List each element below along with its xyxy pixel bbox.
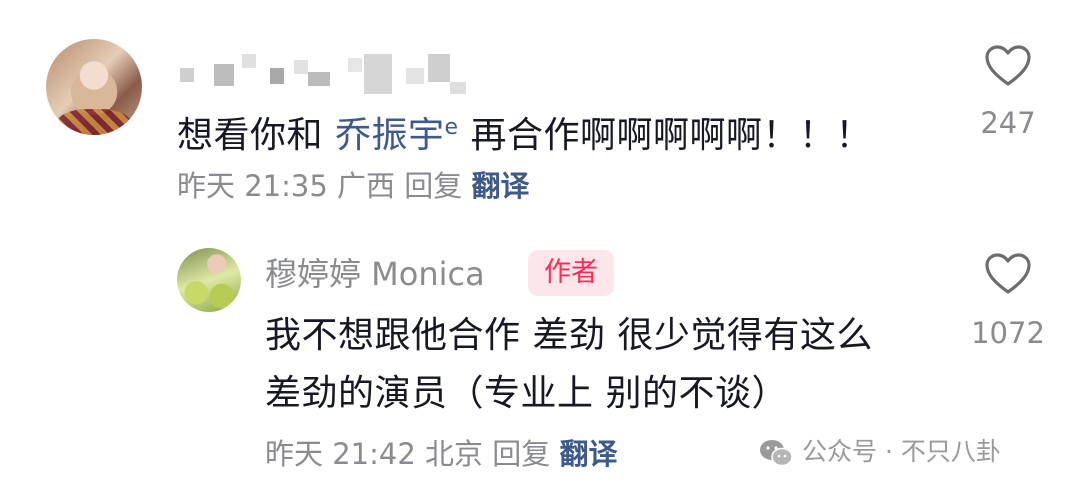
reply-time: 昨天 21:42	[265, 437, 416, 471]
comment-reply-button[interactable]: 回复	[404, 169, 462, 203]
reply-text-line2: 差劲的演员（专业上 别的不谈）	[265, 373, 788, 414]
reply-translate-button[interactable]: 翻译	[559, 437, 617, 471]
comment-like-count: 247	[980, 106, 1036, 140]
comment-text-before: 想看你和	[177, 115, 335, 156]
author-avatar[interactable]	[177, 248, 241, 312]
mention-link[interactable]: 乔振宇𝖾	[335, 115, 459, 156]
comment-time: 昨天 21:35	[177, 169, 328, 203]
heart-outline-icon[interactable]	[984, 44, 1032, 88]
reply-text-line1: 我不想跟他合作 差劲 很少觉得有这么	[265, 315, 873, 356]
search-icon[interactable]: 𝖾	[444, 115, 458, 140]
watermark-text: 公众号 · 不只八卦	[802, 437, 1001, 466]
reply-meta: 昨天 21:42 北京 回复 翻译	[265, 436, 618, 472]
commenter-username-blurred[interactable]	[178, 54, 468, 94]
comment-text: 想看你和 乔振宇𝖾 再合作啊啊啊啊啊！！！	[177, 104, 872, 160]
heart-outline-icon[interactable]	[984, 252, 1032, 296]
reply-like-count: 1072	[971, 316, 1045, 350]
comment-location: 广西	[337, 169, 396, 203]
reply-reply-button[interactable]: 回复	[492, 437, 550, 471]
comment-meta: 昨天 21:35 广西 回复 翻译	[177, 168, 530, 204]
author-username[interactable]: 穆婷婷 Monica	[265, 252, 485, 296]
wechat-icon	[760, 440, 793, 467]
author-badge: 作者	[528, 250, 614, 296]
reply-location: 北京	[425, 437, 484, 471]
mention-name[interactable]: 乔振宇	[335, 115, 445, 156]
watermark: 公众号 · 不只八卦	[758, 434, 1001, 470]
comment-text-after: 再合作啊啊啊啊啊！！！	[458, 115, 872, 156]
commenter-avatar[interactable]	[46, 39, 142, 135]
comment-translate-button[interactable]: 翻译	[471, 169, 529, 203]
